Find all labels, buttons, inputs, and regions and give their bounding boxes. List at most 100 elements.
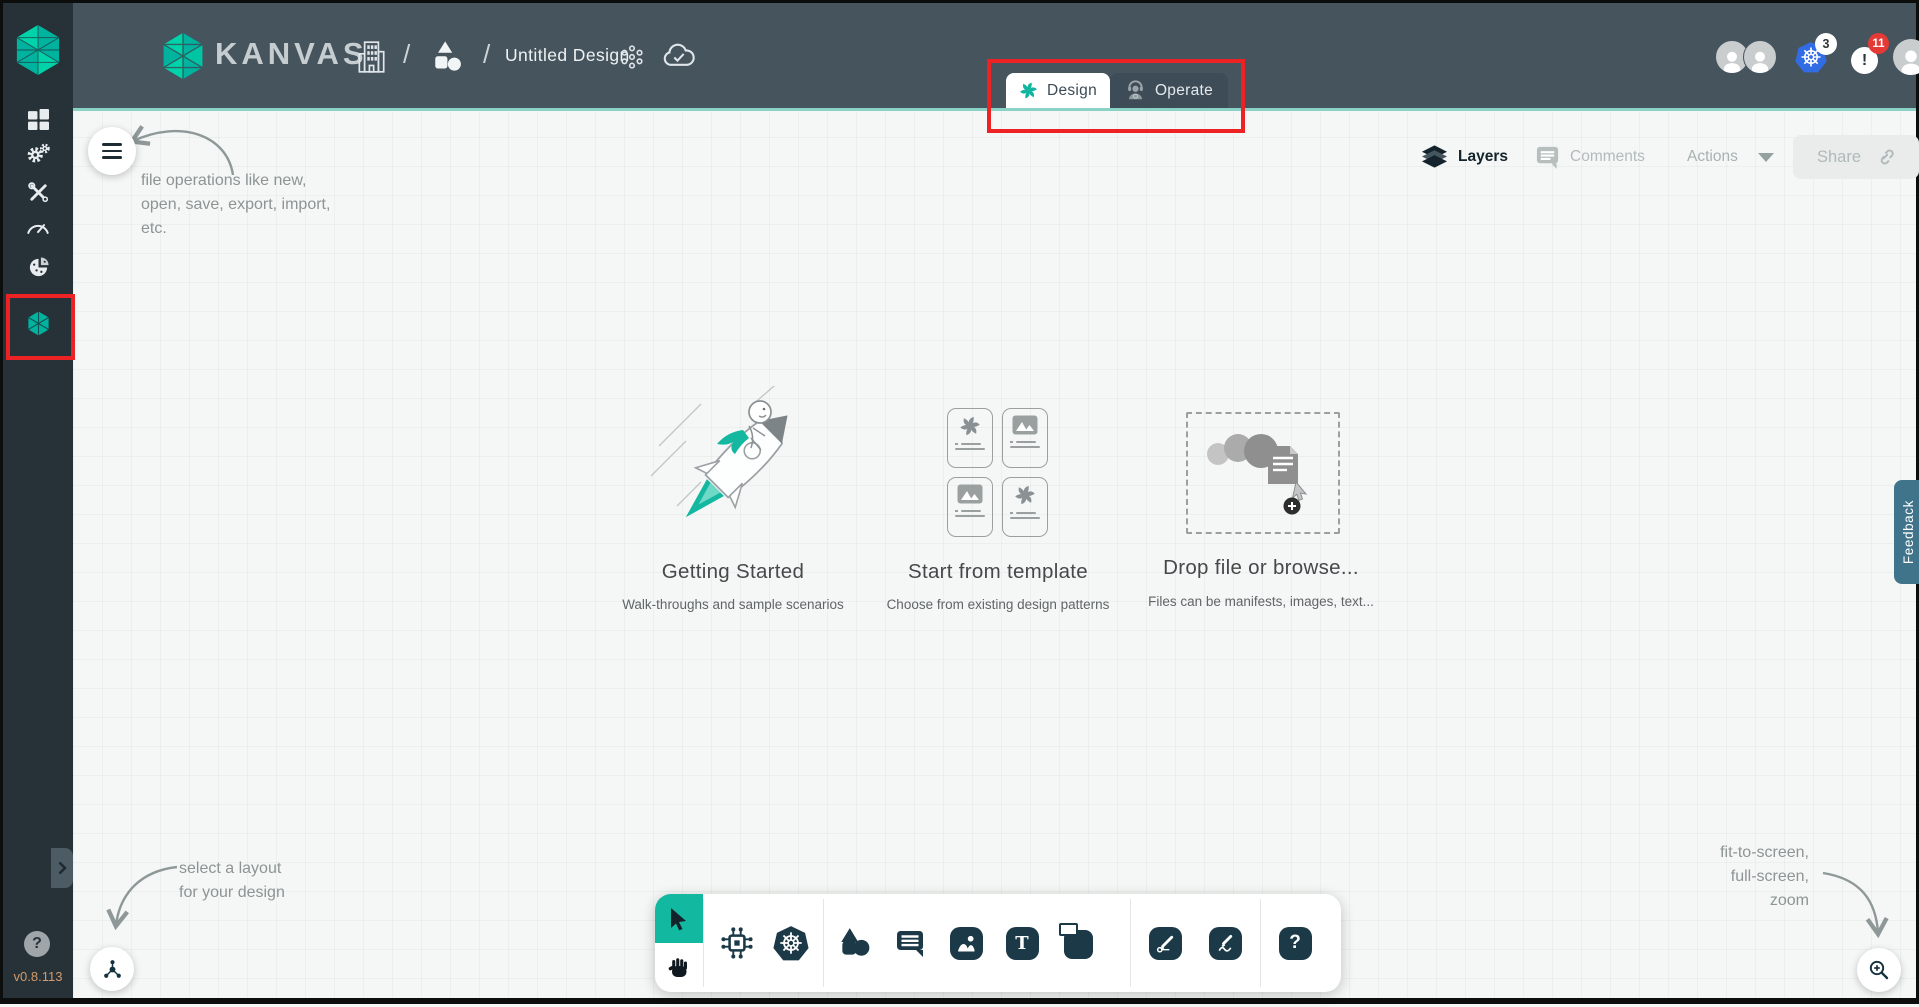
template-thumb-image xyxy=(947,477,993,537)
chevron-down-icon xyxy=(1758,153,1774,162)
tab-operate-label: Operate xyxy=(1155,82,1213,100)
kubernetes-context-badge: 3 xyxy=(1815,33,1837,55)
text-icon: T xyxy=(1006,927,1039,960)
sidebar-item-extensions[interactable] xyxy=(3,249,73,285)
sidebar-item-configuration[interactable] xyxy=(3,174,73,210)
actions-dropdown[interactable]: Actions xyxy=(1687,137,1774,177)
layout-graph-icon xyxy=(101,958,124,981)
template-thumbnails xyxy=(947,408,1048,537)
sidebar-item-dashboard[interactable] xyxy=(3,101,73,137)
actions-label: Actions xyxy=(1687,148,1738,166)
card-subtitle: Files can be manifests, images, text... xyxy=(1131,594,1391,609)
help-tool[interactable]: ? xyxy=(1277,925,1313,961)
start-from-template-card[interactable]: Start from template Choose from existing… xyxy=(868,386,1128,626)
card-subtitle: Walk-throughs and sample scenarios xyxy=(603,597,863,612)
comments-icon xyxy=(1535,145,1560,170)
card-subtitle: Choose from existing design patterns xyxy=(868,597,1128,612)
organization-building-icon[interactable] xyxy=(355,39,387,75)
rocket-doodle-illustration xyxy=(631,386,831,558)
notification-count-badge: 11 xyxy=(1868,33,1889,54)
pen-icon xyxy=(1149,927,1182,960)
layers-button[interactable]: Layers xyxy=(1421,137,1508,177)
design-name[interactable]: Untitled Design xyxy=(505,45,630,66)
feedback-tab[interactable]: Feedback xyxy=(1894,480,1919,584)
design-swirl-icon xyxy=(1019,81,1038,100)
share-link-icon xyxy=(1875,147,1895,167)
tab-design[interactable]: Design xyxy=(1006,73,1110,108)
comments-label: Comments xyxy=(1570,148,1645,166)
canvas-top-accent xyxy=(73,108,1916,111)
annotation-zoom-controls: fit-to-screen, full-screen, zoom xyxy=(1649,841,1809,913)
breadcrumb-separator: / xyxy=(483,39,490,70)
kanvas-app: { "colors":{ "accent":"#00B39F","accent_… xyxy=(0,0,1919,1004)
cursor-arrow-icon xyxy=(668,907,690,931)
text-tool[interactable]: T xyxy=(1004,925,1040,961)
layers-icon xyxy=(1421,145,1448,169)
cursor-tool[interactable] xyxy=(655,894,703,943)
file-dropzone[interactable] xyxy=(1186,412,1340,534)
zoom-button[interactable] xyxy=(1857,948,1901,992)
workspace-shapes-icon[interactable] xyxy=(431,40,465,74)
extensions-icon xyxy=(27,256,50,279)
comment-tool[interactable] xyxy=(892,925,928,961)
version-label: v0.8.113 xyxy=(3,969,73,984)
doodle-tool[interactable] xyxy=(1207,925,1243,961)
hand-icon xyxy=(667,956,691,980)
collaborator-avatar[interactable] xyxy=(1743,40,1777,74)
image-icon xyxy=(957,484,983,504)
sidebar-expand-chevron[interactable] xyxy=(51,848,73,888)
note-tool[interactable] xyxy=(1060,925,1096,961)
template-thumb-image xyxy=(1002,408,1048,468)
lifecycle-gears-icon xyxy=(26,143,50,165)
share-button[interactable]: Share xyxy=(1793,135,1919,179)
select-layout-button[interactable] xyxy=(90,947,134,991)
kanvas-hexagon-icon xyxy=(27,311,50,336)
design-visibility-dots-icon[interactable] xyxy=(618,43,646,71)
shapes-tool[interactable] xyxy=(836,925,872,961)
chevron-right-icon xyxy=(58,861,67,875)
design-toolbar: T ? xyxy=(655,894,1341,992)
kubernetes-tool[interactable] xyxy=(773,925,809,961)
share-label: Share xyxy=(1817,148,1861,167)
media-icon xyxy=(950,927,983,960)
template-thumb-design xyxy=(947,408,993,468)
kanvas-logotype[interactable]: KANVAS xyxy=(215,36,368,72)
meshery-logo-icon[interactable] xyxy=(14,23,62,77)
media-tool[interactable] xyxy=(948,925,984,961)
question-mark-icon: ? xyxy=(1279,927,1312,960)
component-tool[interactable] xyxy=(719,925,755,961)
feedback-label: Feedback xyxy=(1901,500,1916,564)
breadcrumb-separator: / xyxy=(403,39,410,70)
help-button[interactable]: ? xyxy=(24,931,50,957)
tab-design-label: Design xyxy=(1047,82,1097,100)
sidebar-item-lifecycle[interactable] xyxy=(3,136,73,172)
file-menu-button[interactable] xyxy=(88,127,136,175)
sidebar-item-performance[interactable] xyxy=(3,208,73,244)
kanvas-logo-icon[interactable] xyxy=(159,32,207,80)
card-title: Getting Started xyxy=(603,560,863,584)
configuration-tools-icon xyxy=(27,181,50,204)
getting-started-card[interactable]: Getting Started Walk-throughs and sample… xyxy=(603,386,863,626)
operate-headset-icon xyxy=(1125,80,1146,101)
doodle-pencil-icon xyxy=(1209,927,1242,960)
sidebar-item-kanvas[interactable] xyxy=(3,305,73,341)
comment-bubble-icon xyxy=(893,927,927,959)
pan-hand-tool[interactable] xyxy=(655,943,703,992)
annotation-select-layout: select a layout for your design xyxy=(179,857,285,905)
comments-button[interactable]: Comments xyxy=(1535,137,1645,177)
dashboard-icon xyxy=(28,109,49,130)
drop-file-card[interactable]: Drop file or browse... Files can be mani… xyxy=(1131,386,1391,626)
card-title: Start from template xyxy=(868,560,1128,584)
help-glyph: ? xyxy=(32,935,42,953)
tab-operate[interactable]: Operate xyxy=(1110,73,1228,108)
app-header: KANVAS / / Untitled Design xyxy=(73,3,1916,108)
design-swirl-icon xyxy=(959,415,981,437)
user-avatar[interactable] xyxy=(1893,39,1919,75)
template-thumb-design xyxy=(1002,477,1048,537)
kubernetes-context-button[interactable]: 3 xyxy=(1795,41,1827,78)
upload-cloud-file-icon xyxy=(1188,414,1334,528)
annotation-file-operations: file operations like new, open, save, ex… xyxy=(141,169,330,241)
cloud-saved-check-icon[interactable] xyxy=(661,43,697,70)
pen-relationship-tool[interactable] xyxy=(1147,925,1183,961)
note-icon xyxy=(1062,927,1095,960)
